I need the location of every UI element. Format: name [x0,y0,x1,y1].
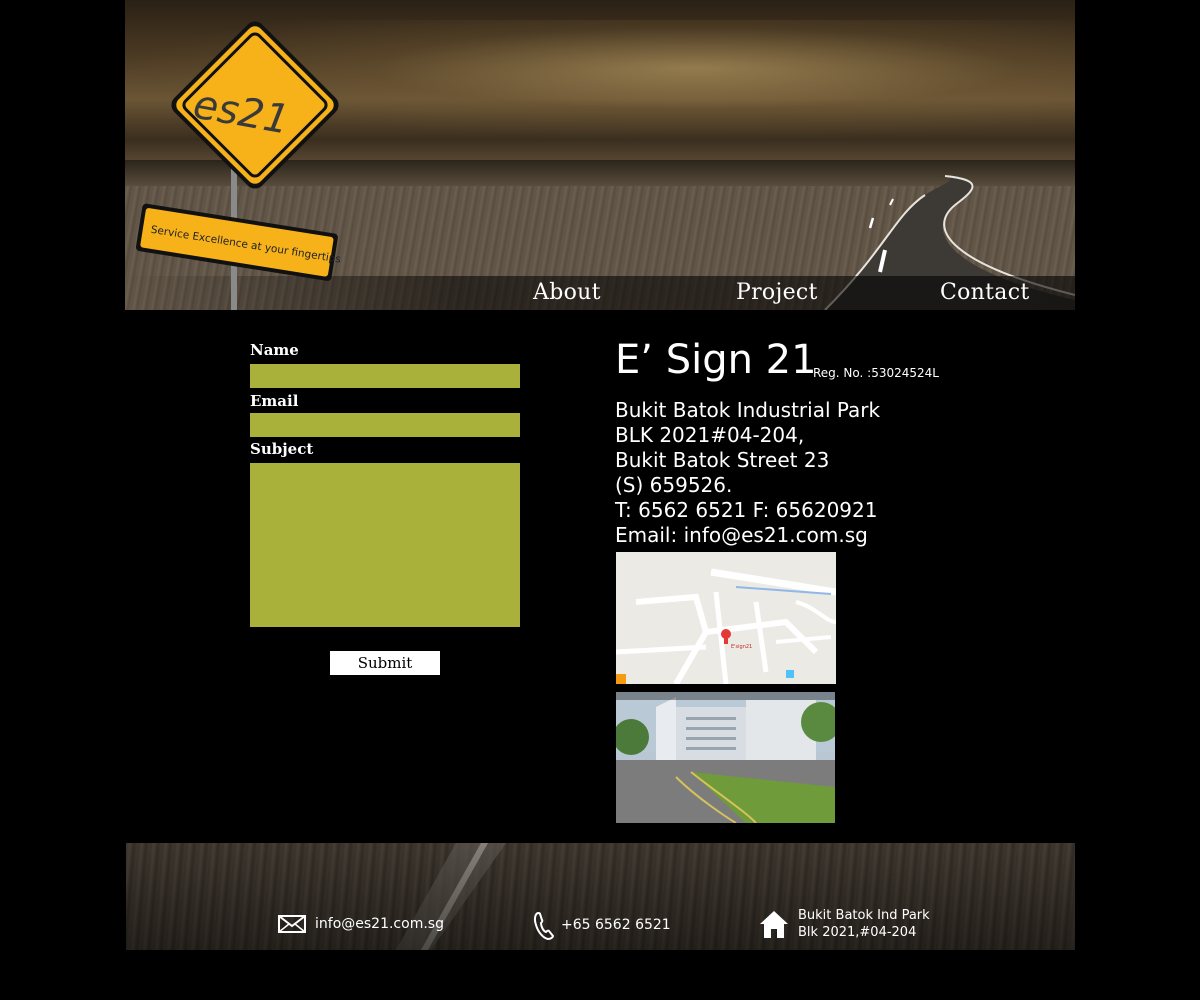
logo-sign: es21 Service Excellence at your fingerti… [135,21,342,310]
street-view-photo[interactable] [616,692,835,823]
phone-icon [533,911,555,941]
address-line-2: BLK 2021#04-204, [615,423,805,447]
footer-address-line-2: Blk 2021,#04-204 [798,925,917,940]
name-label: Name [250,341,299,359]
name-field[interactable] [250,364,520,388]
company-name: E’ Sign 21 [615,337,817,383]
footer-email[interactable]: info@es21.com.sg [315,916,444,932]
footer: info@es21.com.sg +65 6562 6521 Bukit Bat… [126,843,1075,950]
submit-button[interactable]: Submit [330,651,440,675]
location-map[interactable]: E'sign21 [616,552,836,684]
map-marker-label: E'sign21 [731,644,752,650]
footer-phone: +65 6562 6521 [561,917,671,933]
address-line-1: Bukit Batok Industrial Park [615,398,881,422]
footer-shade [126,843,1075,950]
mail-icon [278,915,306,933]
map-graphic: E'sign21 [616,552,836,684]
nav-about[interactable]: About [533,277,601,309]
phone-fax: T: 6562 6521 F: 65620921 [615,498,878,522]
subject-textarea[interactable] [250,463,520,627]
street-view-graphic [616,692,835,823]
home-icon [760,911,788,938]
email-field[interactable] [250,413,520,437]
nav-project[interactable]: Project [736,277,818,309]
subject-label: Subject [250,440,314,458]
registration-number: Reg. No. :53024524L [813,366,939,380]
header-banner: es21 Service Excellence at your fingerti… [125,0,1075,310]
address-line-4: (S) 659526. [615,473,733,497]
page: es21 Service Excellence at your fingerti… [0,0,1200,1000]
contact-email: Email: info@es21.com.sg [615,523,868,547]
nav-contact[interactable]: Contact [940,277,1029,309]
address-line-3: Bukit Batok Street 23 [615,448,830,472]
email-label: Email [250,392,299,410]
footer-address-line-1: Bukit Batok Ind Park [798,908,930,923]
